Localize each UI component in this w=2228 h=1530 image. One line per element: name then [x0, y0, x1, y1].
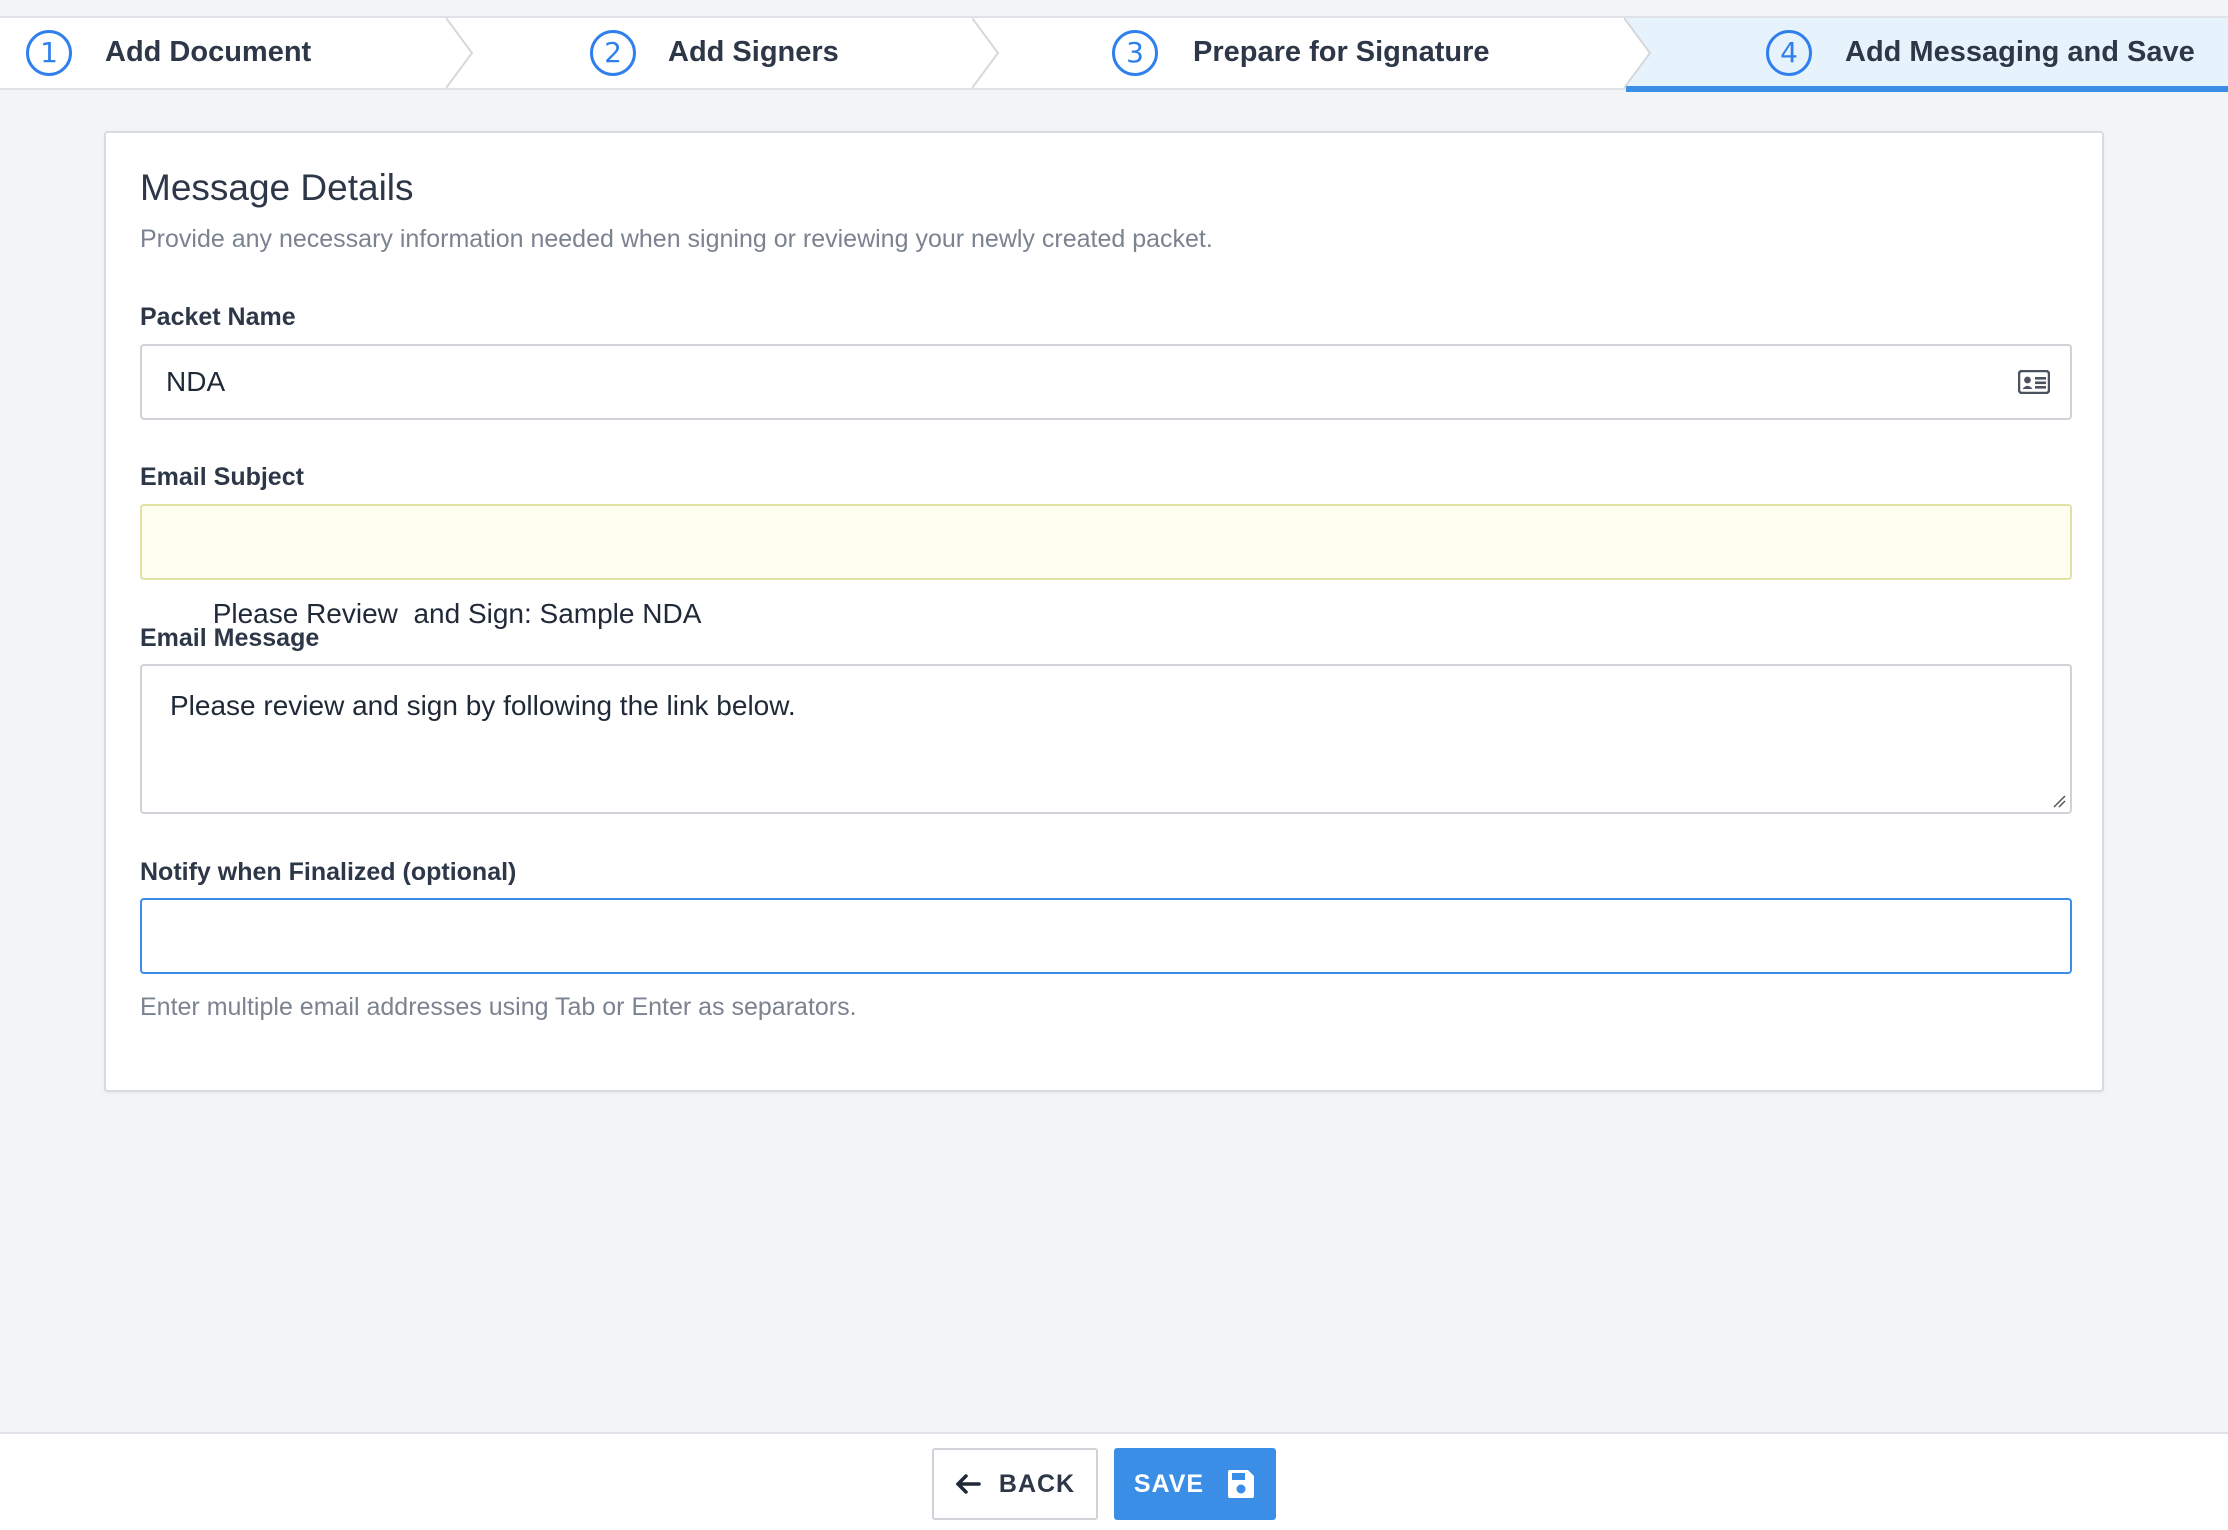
back-button-label: BACK — [998, 1469, 1076, 1498]
resize-handle-icon[interactable] — [2052, 794, 2066, 808]
save-button[interactable]: SAVE — [1114, 1448, 1276, 1520]
packet-name-label: Packet Name — [140, 303, 296, 331]
notify-help-text: Enter multiple email addresses using Tab… — [140, 993, 857, 1021]
footer-bar: BACK SAVE — [0, 1432, 2228, 1530]
step-number-4: 4 — [1766, 30, 1812, 76]
email-message-value: Please review and sign by following the … — [170, 690, 796, 721]
step-number-2: 2 — [590, 30, 636, 76]
step-number-1: 1 — [26, 30, 72, 76]
floppy-disk-icon — [1228, 1470, 1255, 1498]
step-separator-icon — [1624, 18, 1652, 88]
step-label-add-signers: Add Signers — [668, 36, 839, 68]
email-message-textarea[interactable]: Please review and sign by following the … — [140, 664, 2072, 814]
notify-email-input[interactable] — [140, 898, 2072, 974]
notify-label: Notify when Finalized (optional) — [140, 858, 517, 886]
step-label-add-document: Add Document — [105, 36, 312, 68]
page: 1 Add Document 2 Add Signers 3 Prepare f… — [0, 0, 2228, 1530]
card-subtitle: Provide any necessary information needed… — [140, 225, 1213, 253]
packet-name-value: NDA — [166, 366, 226, 397]
step-add-document[interactable]: 1 Add Document — [0, 18, 448, 88]
save-button-label: SAVE — [1133, 1469, 1205, 1498]
arrow-left-icon — [956, 1474, 981, 1494]
step-separator-icon — [446, 18, 474, 88]
email-subject-label: Email Subject — [140, 463, 304, 491]
card-title: Message Details — [140, 167, 414, 208]
stepper: 1 Add Document 2 Add Signers 3 Prepare f… — [0, 16, 2228, 92]
step-add-signers[interactable]: 2 Add Signers — [472, 18, 972, 88]
message-details-card: Message Details Provide any necessary in… — [104, 131, 2104, 1092]
step-add-messaging-and-save[interactable]: 4 Add Messaging and Save — [1626, 18, 2228, 92]
step-number-3: 3 — [1112, 30, 1158, 76]
step-label-add-messaging-and-save: Add Messaging and Save — [1845, 36, 2195, 68]
back-button[interactable]: BACK — [932, 1448, 1098, 1520]
step-separator-icon — [972, 18, 1000, 88]
step-label-prepare-for-signature: Prepare for Signature — [1193, 36, 1490, 68]
step-prepare-for-signature[interactable]: 3 Prepare for Signature — [998, 18, 1624, 88]
id-card-icon — [2018, 370, 2050, 394]
email-message-label: Email Message — [140, 624, 320, 652]
packet-name-input[interactable]: NDA — [140, 344, 2072, 420]
email-subject-input[interactable]: Please Review and Sign: Sample NDA — [140, 504, 2072, 629]
